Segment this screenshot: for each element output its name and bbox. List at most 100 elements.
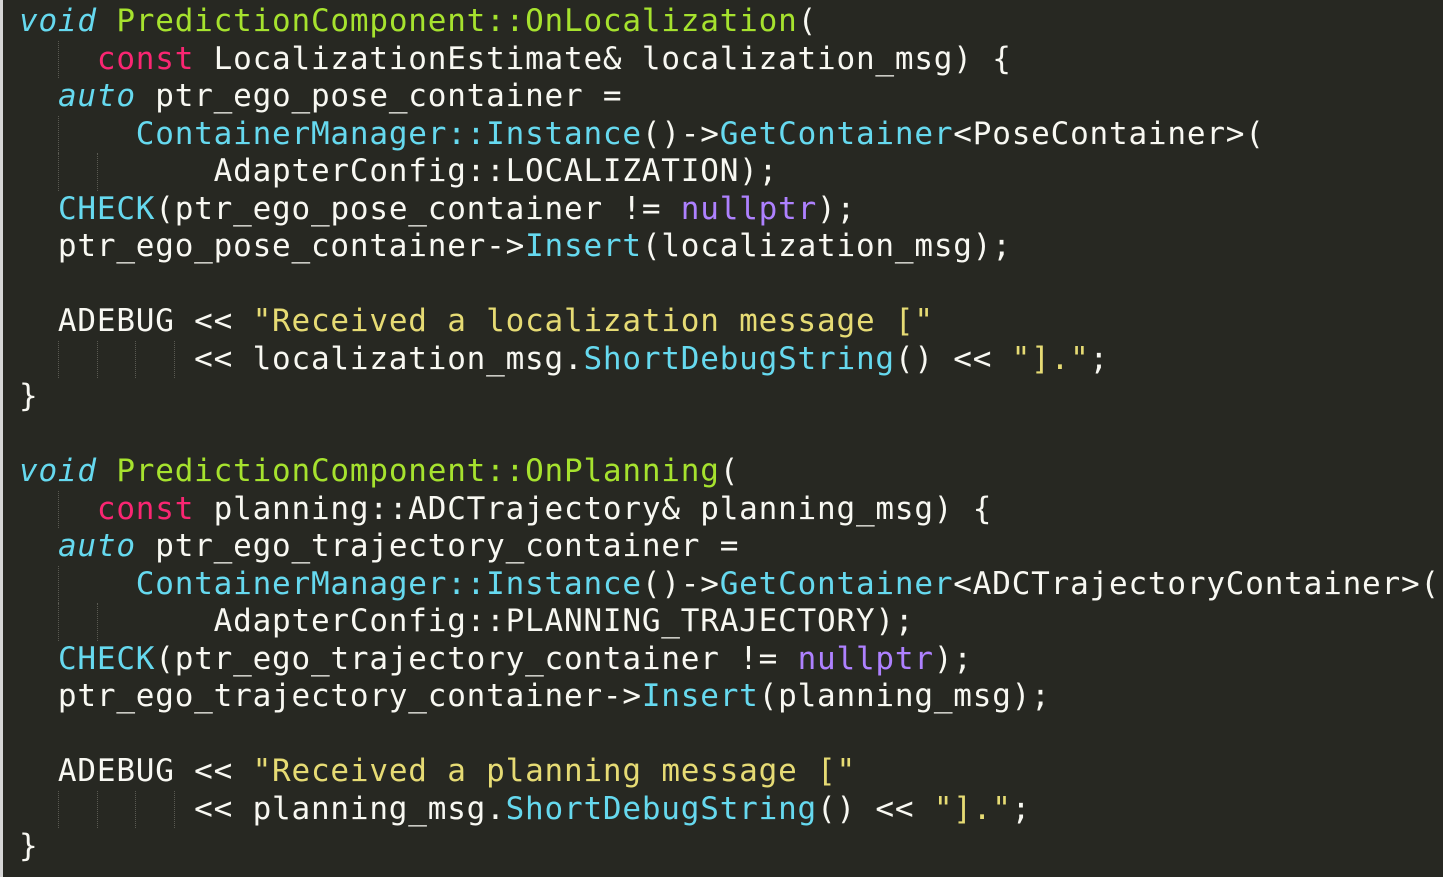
code-line[interactable]: AdapterConfig::PLANNING_TRAJECTORY); [19,603,1440,641]
code-line[interactable] [19,416,1440,454]
code-token: ShortDebugString [583,340,895,377]
code-token: AdapterConfig::LOCALIZATION); [19,153,779,189]
code-token: CHECK [57,190,156,227]
indent-guide [96,153,98,191]
code-line[interactable]: const LocalizationEstimate& localization… [19,40,1440,78]
indent-guide [57,790,59,828]
code-line[interactable]: ContainerManager::Instance()->GetContain… [19,565,1440,603]
code-token: AdapterConfig::PLANNING_TRAJECTORY); [19,603,915,639]
code-token: ptr_ego_trajectory_container-> [19,678,642,714]
code-token: ADEBUG << [19,753,253,789]
code-line[interactable]: << planning_msg.ShortDebugString() << "]… [19,790,1440,828]
code-token: } [19,378,39,414]
code-token: ptr_ego_trajectory_container = [135,528,740,564]
indent-guide [57,565,59,603]
code-line[interactable]: } [19,828,1440,866]
code-token: PredictionComponent::OnLocalization [116,3,798,39]
code-token: nullptr [797,640,934,677]
code-token: nullptr [680,190,818,227]
code-token: (ptr_ego_pose_container != [155,190,681,227]
indent-guide [135,790,137,828]
code-token: const [96,490,195,527]
code-token: << localization_msg. [19,340,584,377]
code-editor[interactable]: void PredictionComponent::OnLocalization… [0,0,1443,877]
code-token: CHECK [57,640,156,677]
code-token: "Received a localization message [" [252,303,934,339]
code-token: auto [57,78,136,114]
code-token: "]." [1011,340,1090,377]
code-line[interactable]: auto ptr_ego_pose_container = [19,78,1440,116]
indent-guide [174,790,176,828]
indent-guide [57,40,59,78]
indent-guide [135,340,137,378]
code-token: } [19,828,39,864]
code-line[interactable] [19,266,1440,304]
code-line[interactable]: ptr_ego_pose_container->Insert(localizat… [19,228,1440,266]
code-token: ContainerManager::Instance [135,115,642,152]
code-token: (ptr_ego_trajectory_container != [155,640,798,677]
code-line[interactable]: ADEBUG << "Received a localization messa… [19,303,1440,341]
code-token: void [19,453,97,489]
code-line[interactable]: auto ptr_ego_trajectory_container = [19,528,1440,566]
code-token: ; [1011,790,1032,827]
code-token: "Received a planning message [" [252,753,856,789]
code-content[interactable]: void PredictionComponent::OnLocalization… [19,3,1440,866]
code-token: (localization_msg); [641,228,1012,264]
code-token: PredictionComponent::OnPlanning [116,453,720,489]
code-token: ()-> [641,115,720,152]
code-token: Insert [641,678,759,714]
indent-guide [96,603,98,641]
code-token: GetContainer [719,565,954,602]
code-line[interactable]: ptr_ego_trajectory_container->Insert(pla… [19,678,1440,716]
code-line[interactable]: CHECK(ptr_ego_trajectory_container != nu… [19,641,1440,679]
code-token: (planning_msg); [758,678,1051,714]
code-token: ( [797,3,818,39]
code-token: ptr_ego_pose_container = [135,78,623,114]
indent-guide [57,490,59,528]
code-line[interactable]: const planning::ADCTrajectory& planning_… [19,490,1440,528]
code-token: ShortDebugString [505,790,818,827]
code-token: () << [817,790,934,827]
code-token: <ADCTrajectoryContainer>( [953,565,1440,602]
code-token: "]." [933,790,1012,827]
indent-guide [174,340,176,378]
code-token: void [19,3,97,39]
code-line[interactable]: AdapterConfig::LOCALIZATION); [19,153,1440,191]
indent-guide [57,153,59,191]
code-token: ( [719,453,740,489]
code-token: auto [57,528,136,564]
code-line[interactable]: } [19,378,1440,416]
code-token: <PoseContainer>( [953,115,1265,152]
code-token: ptr_ego_pose_container-> [19,228,526,264]
code-token: planning::ADCTrajectory& planning_msg) { [194,490,993,527]
code-token: ()-> [641,565,720,602]
code-line[interactable]: CHECK(ptr_ego_pose_container != nullptr)… [19,191,1440,229]
code-line[interactable] [19,716,1440,754]
indent-guide [57,340,59,378]
code-line[interactable]: ContainerManager::Instance()->GetContain… [19,115,1440,153]
code-token: LocalizationEstimate& localization_msg) … [194,40,1012,77]
indent-guide [57,603,59,641]
code-line[interactable]: void PredictionComponent::OnPlanning( [19,453,1440,491]
code-token: << planning_msg. [19,790,506,827]
code-line[interactable]: void PredictionComponent::OnLocalization… [19,3,1440,41]
code-token: ; [1089,340,1109,377]
indent-guide [57,115,59,153]
code-token: () << [894,340,1012,377]
code-token: Insert [525,228,642,264]
code-line[interactable]: << localization_msg.ShortDebugString() <… [19,340,1440,378]
code-line[interactable]: ADEBUG << "Received a planning message [… [19,753,1440,791]
code-token: ); [933,640,973,677]
code-token: ContainerManager::Instance [135,565,642,602]
indent-guide [96,790,98,828]
code-token: GetContainer [719,115,954,152]
code-token: const [96,40,195,77]
